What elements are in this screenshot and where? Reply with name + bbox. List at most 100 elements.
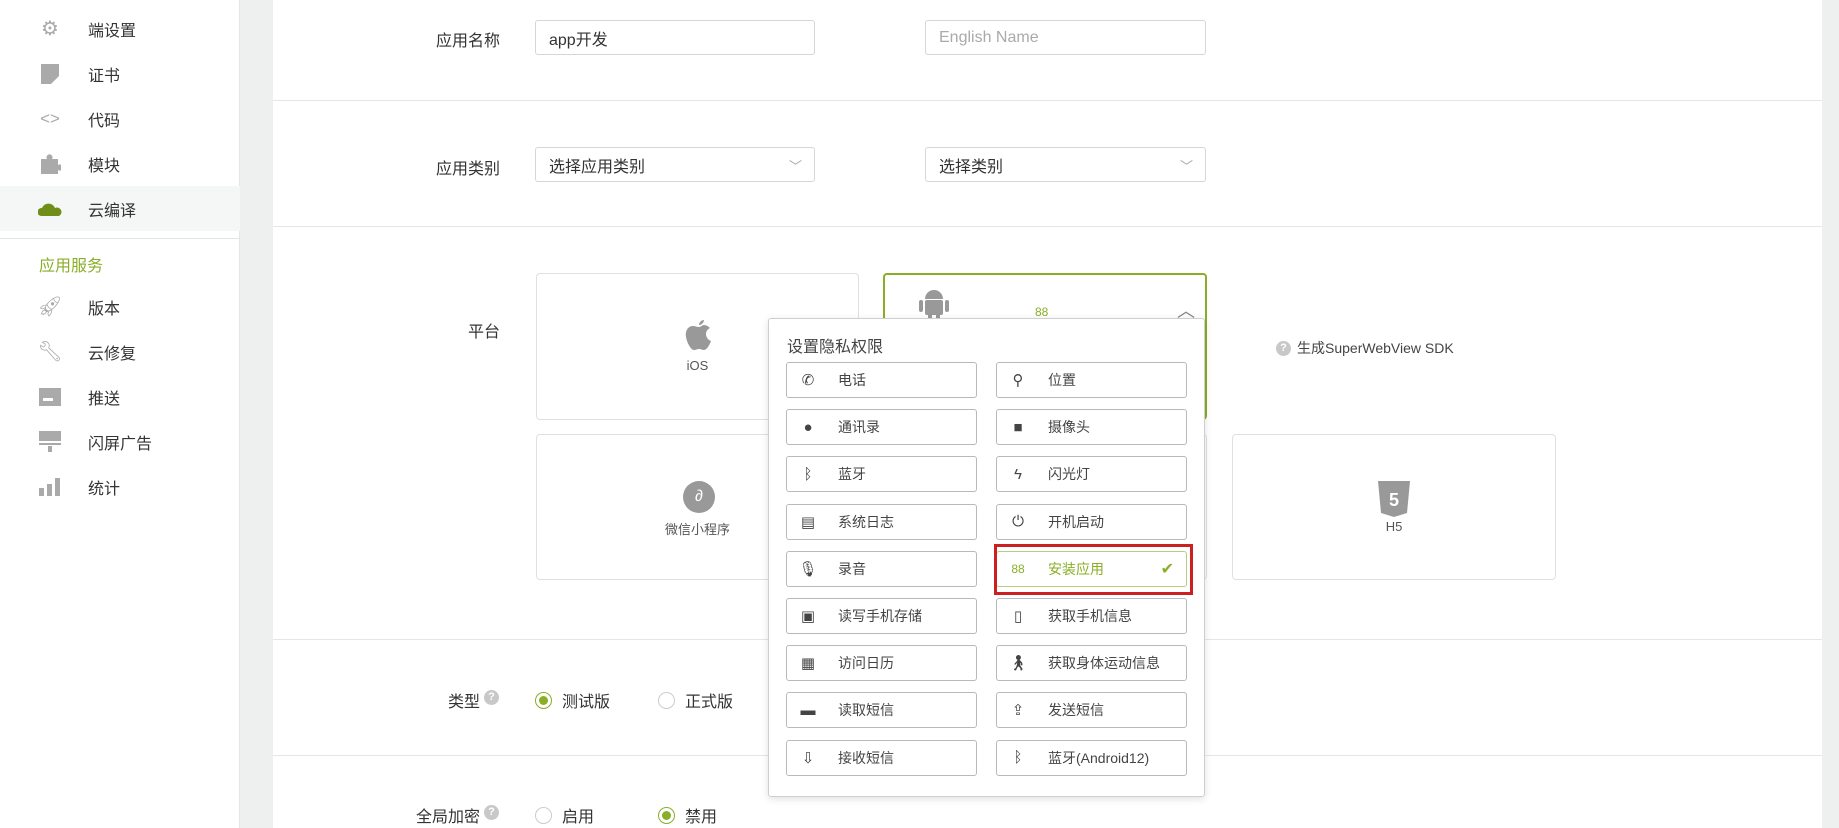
popup-title: 设置隐私权限 bbox=[787, 339, 884, 356]
permission-save-button[interactable]: ▣ 读写手机存储 bbox=[786, 598, 977, 634]
rocket-icon: 🚀︎ bbox=[37, 296, 63, 318]
radio-dot bbox=[658, 691, 675, 709]
permission-label: 获取手机信息 bbox=[1048, 608, 1132, 624]
sidebar-item-statistics[interactable]: 统计 bbox=[0, 464, 240, 509]
permission-upload-button[interactable]: ⇪ 发送短信 bbox=[996, 692, 1187, 729]
sidebar-item-version[interactable]: 🚀︎ 版本 bbox=[0, 284, 240, 329]
sidebar-item-splash-ad[interactable]: 闪屏广告 bbox=[0, 419, 240, 464]
radio-label: 测试版 bbox=[562, 694, 611, 711]
chevron-down-icon: ﹀ bbox=[788, 159, 802, 174]
permission-mobile-button[interactable]: ▯ 获取手机信息 bbox=[996, 598, 1187, 634]
permission-label: 系统日志 bbox=[838, 513, 894, 530]
radio-encrypt-enable[interactable]: 启用 bbox=[535, 803, 594, 827]
permission-label: 发送短信 bbox=[1048, 702, 1104, 719]
wrench-icon: 🔧︎ bbox=[37, 341, 63, 363]
permission-microphone-button[interactable]: 🎙︎ 录音 bbox=[786, 550, 977, 587]
platform-label: 平台 bbox=[467, 324, 500, 341]
sidebar-item-modules[interactable]: 模块 bbox=[0, 141, 240, 186]
divider bbox=[273, 226, 1822, 227]
permission-label: 闪光灯 bbox=[1048, 466, 1090, 483]
push-icon bbox=[38, 385, 62, 409]
sidebar-group-label: 应用服务 bbox=[39, 258, 104, 275]
code-icon: <> bbox=[40, 108, 60, 128]
generate-sdk-link[interactable]: ? 生成SuperWebView SDK bbox=[1276, 338, 1454, 358]
radio-dot bbox=[535, 691, 552, 709]
app-category-select[interactable]: 选择应用类别 ﹀ bbox=[535, 147, 815, 182]
bar-chart-icon bbox=[38, 475, 62, 499]
radio-dot bbox=[658, 806, 675, 824]
permission-label: 通讯录 bbox=[838, 419, 880, 436]
permission-bluetooth-button[interactable]: ᛒ 蓝牙(Android12) bbox=[996, 739, 1187, 776]
gear-icon: ⚙ bbox=[41, 18, 59, 40]
permission-label: 读取短信 bbox=[838, 702, 894, 719]
cloud-icon bbox=[38, 197, 62, 221]
power-icon: ⏻ bbox=[1012, 513, 1024, 531]
app-name-label: 应用名称 bbox=[435, 33, 500, 50]
permission-phone-button[interactable]: ✆ 电话 bbox=[786, 362, 977, 398]
category-value: 选择类别 bbox=[939, 158, 1004, 176]
permission-message-button[interactable]: ▬ 读取短信 bbox=[786, 692, 977, 729]
permission-label: 录音 bbox=[838, 560, 866, 577]
permission-camera-button[interactable]: ■ 摄像头 bbox=[996, 409, 1187, 446]
sdk-link-label: 生成SuperWebView SDK bbox=[1297, 340, 1454, 356]
message-icon: ▬ bbox=[800, 701, 816, 719]
phone-icon: ✆ bbox=[801, 372, 815, 389]
permission-power-button[interactable]: ⏻ 开机启动 bbox=[996, 503, 1187, 540]
sidebar-item-code[interactable]: <> 代码 bbox=[0, 96, 240, 141]
radio-label: 正式版 bbox=[685, 694, 734, 711]
mini-program-icon: ∂ bbox=[683, 481, 715, 513]
apps-icon: 88 bbox=[1035, 305, 1049, 319]
permission-download-button[interactable]: ⇩ 接收短信 bbox=[786, 739, 977, 776]
bluetooth-icon: ᛒ bbox=[803, 465, 813, 483]
sidebar-item-hotfix[interactable]: 🔧︎ 云修复 bbox=[0, 329, 240, 374]
radio-release-version[interactable]: 正式版 bbox=[658, 688, 733, 712]
upload-icon: ⇪ bbox=[1011, 702, 1025, 720]
permission-bluetooth-button[interactable]: ᛒ 蓝牙 bbox=[786, 456, 977, 493]
platform-card-h5[interactable]: 5 H5 bbox=[1232, 434, 1556, 580]
sidebar-divider bbox=[0, 238, 240, 239]
permission-calendar-button[interactable]: ▦ 访问日历 bbox=[786, 645, 977, 682]
permission-label: 蓝牙(Android12) bbox=[1048, 749, 1150, 766]
camera-icon: ■ bbox=[1013, 418, 1023, 436]
permission-file-button[interactable]: ▤ 系统日志 bbox=[786, 503, 977, 540]
radio-test-version[interactable]: 测试版 bbox=[535, 688, 610, 712]
english-name-input[interactable]: English Name bbox=[925, 20, 1206, 55]
radio-encrypt-disable[interactable]: 禁用 bbox=[658, 803, 717, 827]
category-select[interactable]: 选择类别 ﹀ bbox=[925, 147, 1206, 182]
divider bbox=[273, 100, 1822, 101]
encrypt-label: 全局加密 bbox=[415, 809, 480, 826]
location-icon: ⚲ bbox=[1012, 372, 1024, 389]
permission-label: 位置 bbox=[1048, 372, 1076, 388]
sidebar-item-certificate[interactable]: 证书 bbox=[0, 51, 240, 96]
help-icon: ? bbox=[1276, 340, 1291, 356]
help-icon[interactable]: ? bbox=[484, 690, 499, 705]
walking-icon: 🚶︎ bbox=[1008, 655, 1028, 673]
radio-dot bbox=[535, 806, 552, 824]
permission-label: 摄像头 bbox=[1048, 419, 1090, 436]
permission-contact-button[interactable]: ● 通讯录 bbox=[786, 409, 977, 446]
bluetooth-icon: ᛒ bbox=[1013, 749, 1023, 767]
permission-flash-button[interactable]: ϟ 闪光灯 bbox=[996, 456, 1187, 493]
html5-icon: 5 bbox=[1378, 481, 1410, 522]
permission-location-button[interactable]: ⚲ 位置 bbox=[996, 362, 1187, 398]
sidebar-item-push[interactable]: 推送 bbox=[0, 374, 240, 419]
permission-walking-button[interactable]: 🚶︎ 获取身体运动信息 bbox=[996, 645, 1187, 682]
permission-label: 读写手机存储 bbox=[838, 608, 922, 624]
ad-icon bbox=[38, 430, 62, 454]
puzzle-icon bbox=[38, 152, 62, 176]
radio-label: 启用 bbox=[562, 809, 595, 826]
sidebar: ⚙ 端设置 证书 <> 代码 模块 云编译 应用服务 🚀︎ 版本 🔧︎ 云修复 推送 闪… bbox=[0, 0, 240, 828]
certificate-icon bbox=[38, 62, 62, 86]
app-name-input[interactable]: app开发 bbox=[535, 20, 815, 55]
sidebar-item-settings[interactable]: ⚙ 端设置 bbox=[0, 6, 240, 51]
microphone-icon: 🎙︎ bbox=[798, 560, 818, 578]
sidebar-item-cloud-build[interactable]: 云编译 bbox=[0, 186, 240, 231]
highlight-box bbox=[994, 544, 1193, 595]
help-icon[interactable]: ? bbox=[484, 805, 499, 820]
app-category-value: 选择应用类别 bbox=[549, 158, 646, 176]
download-icon: ⇩ bbox=[801, 749, 815, 767]
permission-label: 电话 bbox=[838, 372, 866, 388]
contact-icon: ● bbox=[803, 418, 813, 436]
permission-label: 接收短信 bbox=[838, 749, 894, 766]
apple-icon bbox=[684, 318, 714, 359]
